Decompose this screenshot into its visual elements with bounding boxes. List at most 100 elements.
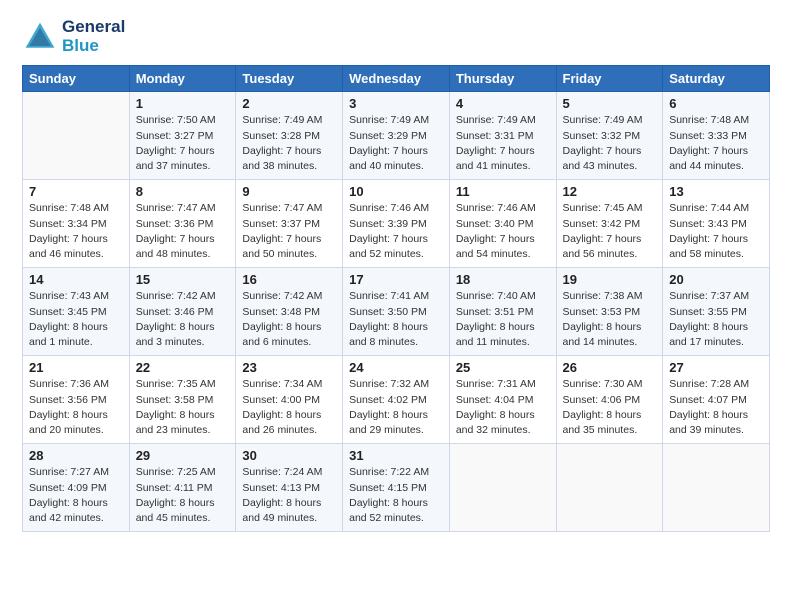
day-number: 11 [456, 184, 550, 199]
calendar-cell: 17 Sunrise: 7:41 AM Sunset: 3:50 PM Dayli… [343, 268, 450, 356]
day-number: 19 [563, 272, 657, 287]
calendar-cell: 7 Sunrise: 7:48 AM Sunset: 3:34 PM Daylig… [23, 180, 130, 268]
calendar-cell: 5Sunrise: 7:49 AM Sunset: 3:32 PM Daylig… [556, 92, 663, 180]
day-info: Sunrise: 7:44 AM Sunset: 3:43 PM Dayligh… [669, 201, 763, 262]
calendar-cell: 15Sunrise: 7:42 AM Sunset: 3:46 PM Dayli… [129, 268, 236, 356]
day-number: 30 [242, 448, 336, 463]
weekday-header-wednesday: Wednesday [343, 66, 450, 92]
day-info: Sunrise: 7:50 AM Sunset: 3:27 PM Dayligh… [136, 113, 230, 174]
day-info: Sunrise: 7:42 AM Sunset: 3:48 PM Dayligh… [242, 289, 336, 350]
day-number: 22 [136, 360, 230, 375]
calendar-cell: 20 Sunrise: 7:37 AM Sunset: 3:55 PM Dayli… [663, 268, 770, 356]
day-number: 8 [136, 184, 230, 199]
logo-icon [22, 19, 58, 55]
weekday-header-sunday: Sunday [23, 66, 130, 92]
day-number: 17 [349, 272, 443, 287]
day-number: 28 [29, 448, 123, 463]
calendar-cell: 24Sunrise: 7:32 AM Sunset: 4:02 PM Dayli… [343, 356, 450, 444]
calendar-table: SundayMondayTuesdayWednesdayThursdayFrid… [22, 65, 770, 532]
calendar-cell: 9 Sunrise: 7:47 AM Sunset: 3:37 PM Daylig… [236, 180, 343, 268]
calendar-cell: 14Sunrise: 7:43 AM Sunset: 3:45 PM Dayli… [23, 268, 130, 356]
weekday-header-monday: Monday [129, 66, 236, 92]
calendar-cell: 8 Sunrise: 7:47 AM Sunset: 3:36 PM Daylig… [129, 180, 236, 268]
calendar-cell: 31Sunrise: 7:22 AM Sunset: 4:15 PM Dayli… [343, 444, 450, 532]
calendar-cell: 16Sunrise: 7:42 AM Sunset: 3:48 PM Dayli… [236, 268, 343, 356]
day-info: Sunrise: 7:22 AM Sunset: 4:15 PM Dayligh… [349, 465, 443, 526]
day-info: Sunrise: 7:34 AM Sunset: 4:00 PM Dayligh… [242, 377, 336, 438]
day-info: Sunrise: 7:30 AM Sunset: 4:06 PM Dayligh… [563, 377, 657, 438]
day-info: Sunrise: 7:48 AM Sunset: 3:33 PM Dayligh… [669, 113, 763, 174]
day-number: 7 [29, 184, 123, 199]
day-info: Sunrise: 7:32 AM Sunset: 4:02 PM Dayligh… [349, 377, 443, 438]
day-number: 4 [456, 96, 550, 111]
day-info: Sunrise: 7:35 AM Sunset: 3:58 PM Dayligh… [136, 377, 230, 438]
calendar-cell: 30Sunrise: 7:24 AM Sunset: 4:13 PM Dayli… [236, 444, 343, 532]
day-info: Sunrise: 7:36 AM Sunset: 3:56 PM Dayligh… [29, 377, 123, 438]
calendar-cell: 13 Sunrise: 7:44 AM Sunset: 3:43 PM Dayli… [663, 180, 770, 268]
calendar-week-row: 28 Sunrise: 7:27 AM Sunset: 4:09 PM Dayli… [23, 444, 770, 532]
day-info: Sunrise: 7:42 AM Sunset: 3:46 PM Dayligh… [136, 289, 230, 350]
day-number: 13 [669, 184, 763, 199]
day-number: 1 [136, 96, 230, 111]
calendar-cell: 19 Sunrise: 7:38 AM Sunset: 3:53 PM Dayli… [556, 268, 663, 356]
day-number: 9 [242, 184, 336, 199]
calendar-cell: 1 Sunrise: 7:50 AM Sunset: 3:27 PM Daylig… [129, 92, 236, 180]
day-info: Sunrise: 7:41 AM Sunset: 3:50 PM Dayligh… [349, 289, 443, 350]
day-info: Sunrise: 7:48 AM Sunset: 3:34 PM Dayligh… [29, 201, 123, 262]
calendar-cell: 26Sunrise: 7:30 AM Sunset: 4:06 PM Dayli… [556, 356, 663, 444]
header: General Blue [22, 18, 770, 55]
calendar-cell: 4Sunrise: 7:49 AM Sunset: 3:31 PM Daylig… [449, 92, 556, 180]
weekday-header-tuesday: Tuesday [236, 66, 343, 92]
day-number: 10 [349, 184, 443, 199]
page: General Blue SundayMondayTuesdayWednesda… [0, 0, 792, 612]
calendar-cell: 22 Sunrise: 7:35 AM Sunset: 3:58 PM Dayli… [129, 356, 236, 444]
day-info: Sunrise: 7:31 AM Sunset: 4:04 PM Dayligh… [456, 377, 550, 438]
day-info: Sunrise: 7:25 AM Sunset: 4:11 PM Dayligh… [136, 465, 230, 526]
weekday-header-thursday: Thursday [449, 66, 556, 92]
logo-area: General Blue [22, 18, 125, 55]
calendar-cell: 6 Sunrise: 7:48 AM Sunset: 3:33 PM Daylig… [663, 92, 770, 180]
day-number: 6 [669, 96, 763, 111]
weekday-header-saturday: Saturday [663, 66, 770, 92]
day-info: Sunrise: 7:40 AM Sunset: 3:51 PM Dayligh… [456, 289, 550, 350]
day-info: Sunrise: 7:47 AM Sunset: 3:37 PM Dayligh… [242, 201, 336, 262]
day-number: 21 [29, 360, 123, 375]
calendar-cell: 27 Sunrise: 7:28 AM Sunset: 4:07 PM Dayli… [663, 356, 770, 444]
calendar-cell: 21 Sunrise: 7:36 AM Sunset: 3:56 PM Dayli… [23, 356, 130, 444]
day-info: Sunrise: 7:47 AM Sunset: 3:36 PM Dayligh… [136, 201, 230, 262]
calendar-cell: 18 Sunrise: 7:40 AM Sunset: 3:51 PM Dayli… [449, 268, 556, 356]
calendar-week-row: 14Sunrise: 7:43 AM Sunset: 3:45 PM Dayli… [23, 268, 770, 356]
calendar-cell [449, 444, 556, 532]
day-number: 25 [456, 360, 550, 375]
calendar-week-row: 21 Sunrise: 7:36 AM Sunset: 3:56 PM Dayli… [23, 356, 770, 444]
day-info: Sunrise: 7:45 AM Sunset: 3:42 PM Dayligh… [563, 201, 657, 262]
calendar-cell: 28 Sunrise: 7:27 AM Sunset: 4:09 PM Dayli… [23, 444, 130, 532]
day-info: Sunrise: 7:38 AM Sunset: 3:53 PM Dayligh… [563, 289, 657, 350]
day-info: Sunrise: 7:27 AM Sunset: 4:09 PM Dayligh… [29, 465, 123, 526]
day-info: Sunrise: 7:28 AM Sunset: 4:07 PM Dayligh… [669, 377, 763, 438]
calendar-cell: 11Sunrise: 7:46 AM Sunset: 3:40 PM Dayli… [449, 180, 556, 268]
day-number: 14 [29, 272, 123, 287]
day-number: 29 [136, 448, 230, 463]
day-number: 3 [349, 96, 443, 111]
calendar-week-row: 1 Sunrise: 7:50 AM Sunset: 3:27 PM Daylig… [23, 92, 770, 180]
day-info: Sunrise: 7:49 AM Sunset: 3:29 PM Dayligh… [349, 113, 443, 174]
day-number: 18 [456, 272, 550, 287]
calendar-cell: 10Sunrise: 7:46 AM Sunset: 3:39 PM Dayli… [343, 180, 450, 268]
logo-text: General Blue [62, 18, 125, 55]
day-number: 20 [669, 272, 763, 287]
weekday-header-friday: Friday [556, 66, 663, 92]
day-number: 27 [669, 360, 763, 375]
calendar-cell: 12Sunrise: 7:45 AM Sunset: 3:42 PM Dayli… [556, 180, 663, 268]
day-number: 5 [563, 96, 657, 111]
calendar-cell [23, 92, 130, 180]
day-number: 23 [242, 360, 336, 375]
day-number: 2 [242, 96, 336, 111]
calendar-cell: 2 Sunrise: 7:49 AM Sunset: 3:28 PM Daylig… [236, 92, 343, 180]
calendar-cell: 29 Sunrise: 7:25 AM Sunset: 4:11 PM Dayli… [129, 444, 236, 532]
calendar-cell: 23 Sunrise: 7:34 AM Sunset: 4:00 PM Dayli… [236, 356, 343, 444]
calendar-cell: 3 Sunrise: 7:49 AM Sunset: 3:29 PM Daylig… [343, 92, 450, 180]
day-info: Sunrise: 7:49 AM Sunset: 3:28 PM Dayligh… [242, 113, 336, 174]
day-info: Sunrise: 7:37 AM Sunset: 3:55 PM Dayligh… [669, 289, 763, 350]
calendar-cell [663, 444, 770, 532]
